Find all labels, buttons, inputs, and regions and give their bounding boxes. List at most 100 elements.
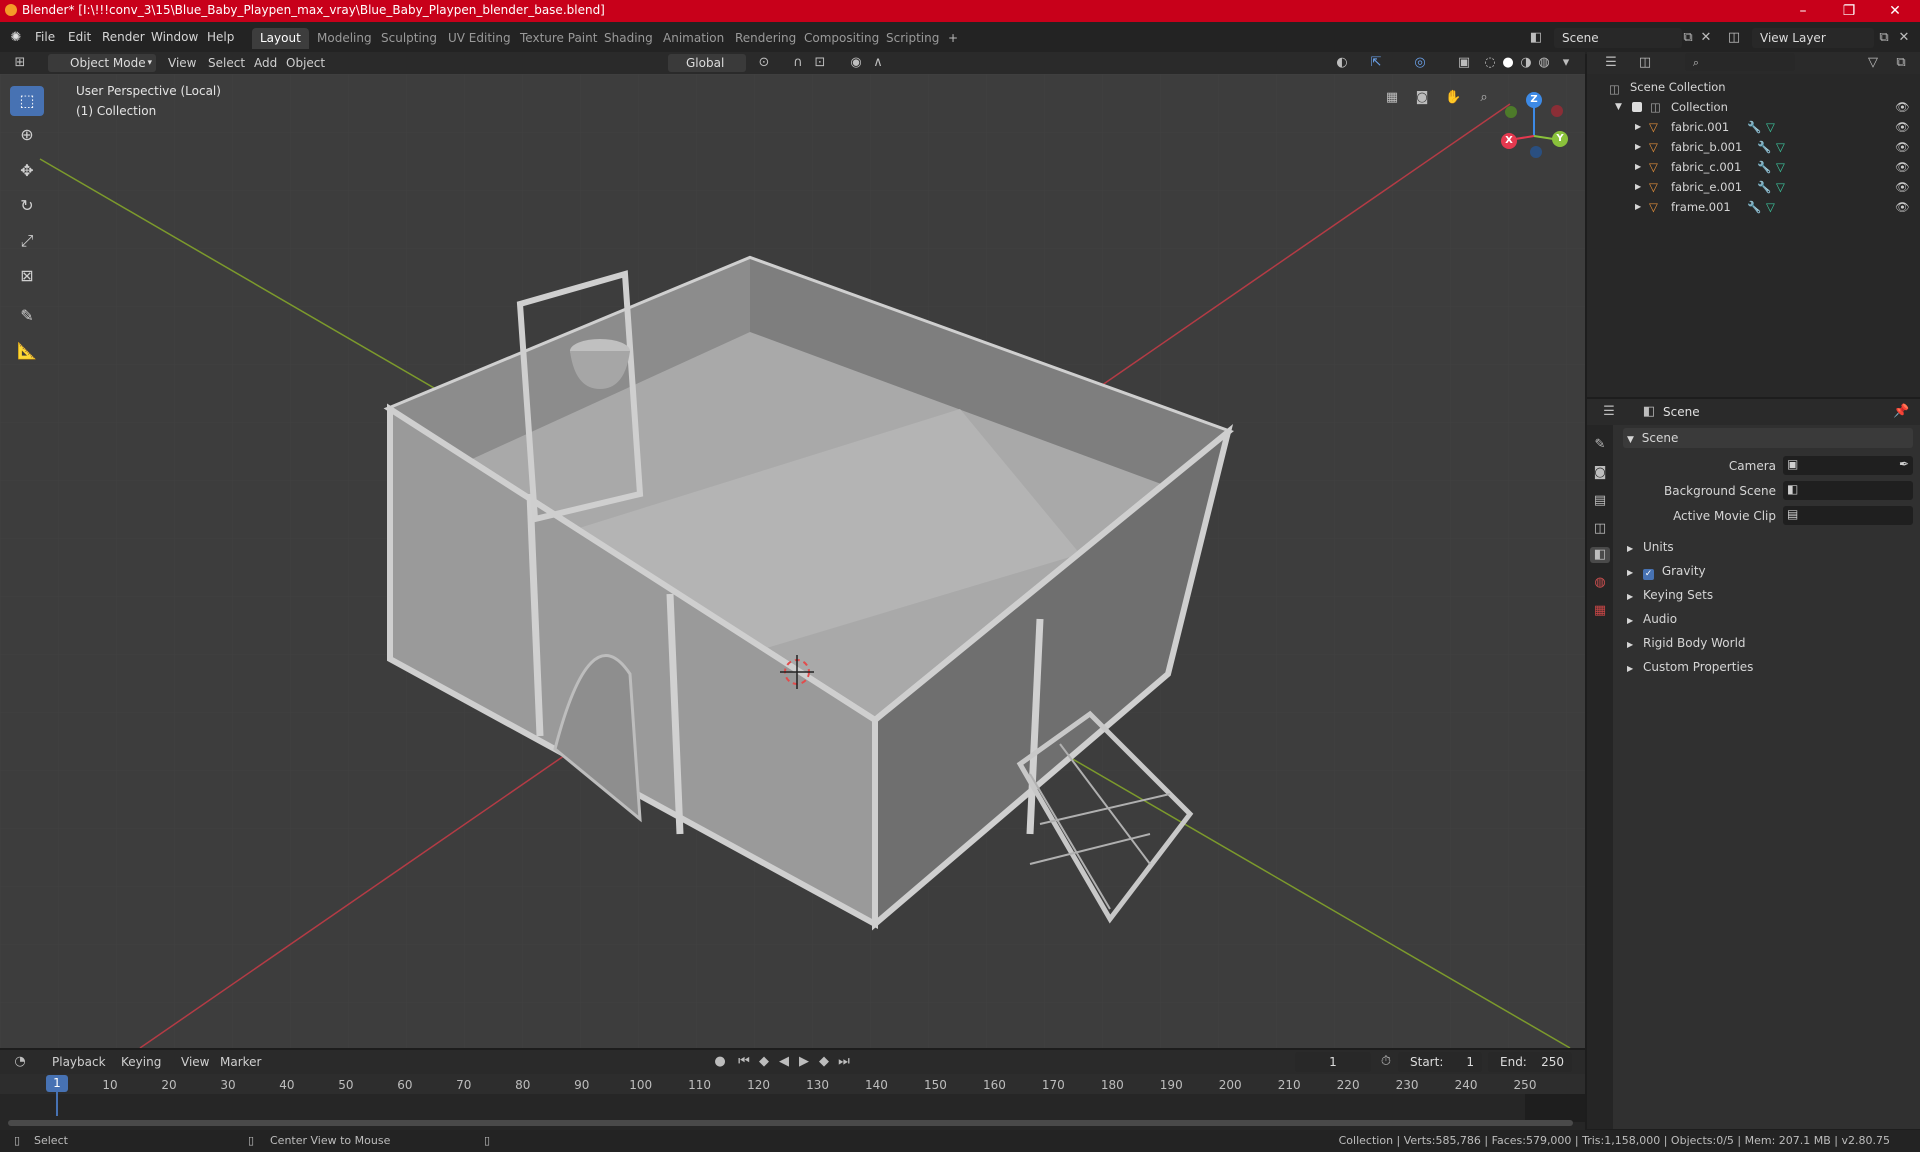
mesh-data-icon[interactable]: ▽ [1776,177,1785,197]
expand-arrow-icon[interactable]: ▶ [1635,157,1641,177]
render-tab-icon[interactable]: ◙ [1592,465,1608,481]
timeline-scrollbar[interactable] [8,1120,1573,1126]
output-tab-icon[interactable]: ▤ [1592,493,1608,509]
jump-end-icon[interactable]: ⏭ [836,1054,852,1070]
menu-render[interactable]: Render [102,30,145,44]
menu-playback[interactable]: Playback [52,1053,106,1071]
tab-texture-paint[interactable]: Texture Paint [512,28,605,49]
eye-icon[interactable]: 👁 [1895,137,1910,157]
scene-selector-icon[interactable]: ◧ [1528,30,1544,46]
eyedropper-icon[interactable]: ✒ [1899,457,1909,471]
play-icon[interactable]: ▶ [796,1054,812,1070]
view-layer-selector-icon[interactable]: ◫ [1726,30,1742,46]
select-box-tool-icon[interactable]: ⬚ [10,86,44,116]
move-tool-icon[interactable]: ✥ [10,156,44,186]
gizmo-toggle-icon[interactable]: ⇱ [1368,55,1384,71]
rotate-tool-icon[interactable]: ↻ [10,191,44,221]
timeline-editor-icon[interactable]: ◔ [12,1054,28,1070]
section-keying-sets[interactable]: ▶ Keying Sets [1627,585,1917,605]
modifier-icon[interactable]: 🔧 [1757,137,1771,157]
new-view-layer-icon[interactable]: ⧉ [1876,30,1892,46]
stopwatch-icon[interactable]: ⏱ [1378,1054,1394,1070]
zoom-icon[interactable]: ⌕ [1476,90,1492,106]
outliner-row-object[interactable]: ▶ ▽ frame.001 🔧 ▽ 👁 [1587,197,1920,217]
background-scene-field[interactable]: ◧ [1783,481,1913,500]
transform-tool-icon[interactable]: ⊠ [10,261,44,291]
modifier-icon[interactable]: 🔧 [1757,177,1771,197]
delete-scene-icon[interactable]: ✕ [1698,30,1714,46]
mesh-data-icon[interactable]: ▽ [1766,117,1775,137]
menu-view[interactable]: View [168,54,196,72]
eye-icon[interactable]: 👁 [1895,97,1910,117]
mesh-data-icon[interactable]: ▽ [1766,197,1775,217]
tool-tab-icon[interactable]: ✎ [1592,437,1608,453]
outliner-row-object[interactable]: ▶ ▽ fabric_e.001 🔧 ▽ 👁 [1587,177,1920,197]
section-custom-properties[interactable]: ▶ Custom Properties [1627,657,1917,677]
blender-menu-icon[interactable]: ✺ [8,30,24,46]
play-reverse-icon[interactable]: ◀ [776,1054,792,1070]
material-shading-icon[interactable]: ◑ [1518,55,1534,71]
section-gravity[interactable]: ▶ ✓ Gravity [1627,561,1917,581]
annotate-tool-icon[interactable]: ✎ [10,301,44,331]
expand-arrow-icon[interactable]: ▶ [1635,137,1641,157]
start-frame-field[interactable]: Start: 1 [1398,1052,1482,1072]
end-frame-field[interactable]: End: 250 [1488,1052,1572,1072]
camera-view-icon[interactable]: ◙ [1414,90,1430,106]
tab-animation[interactable]: Animation [655,28,732,49]
outliner-row-collection[interactable]: ▼ ◫ Collection 👁 [1587,97,1920,117]
menu-file[interactable]: File [35,30,55,44]
display-mode-icon[interactable]: ◫ [1637,55,1653,71]
object-mode-dropdown[interactable]: Object Mode ▾ [48,54,156,72]
shading-options-icon[interactable]: ▾ [1558,55,1574,71]
tab-scripting[interactable]: Scripting [878,28,947,49]
section-audio[interactable]: ▶ Audio [1627,609,1917,629]
falloff-icon[interactable]: ∧ [870,55,886,71]
visibility-icon[interactable]: ◐ [1334,55,1350,71]
section-units[interactable]: ▶ Units [1627,537,1917,557]
pin-icon[interactable]: 📌 [1893,404,1909,420]
gravity-checkbox[interactable]: ✓ [1642,569,1654,580]
xray-icon[interactable]: ▣ [1456,55,1472,71]
prev-keyframe-icon[interactable]: ◆ [756,1054,772,1070]
tab-sculpting[interactable]: Sculpting [373,28,445,49]
snap-target-icon[interactable]: ⊡ [812,55,828,71]
outliner-editor-icon[interactable]: ☰ [1603,55,1619,71]
current-frame-field[interactable]: 1 [1295,1052,1371,1072]
rendered-shading-icon[interactable]: ◍ [1536,55,1552,71]
camera-field[interactable]: ▣ ✒ [1783,456,1913,475]
filter-icon[interactable]: ▽ [1865,55,1881,71]
view-layer-tab-icon[interactable]: ◫ [1592,521,1608,537]
pan-hand-icon[interactable]: ✋ [1445,90,1461,106]
snap-icon[interactable]: ∩ [790,55,806,71]
scene-field[interactable]: Scene [1554,28,1682,48]
menu-keying[interactable]: Keying [121,1053,161,1071]
wireframe-shading-icon[interactable]: ◌ [1482,55,1498,71]
menu-object[interactable]: Object [286,54,325,72]
world-tab-icon[interactable]: ◍ [1592,575,1608,591]
section-rigid-body-world[interactable]: ▶ Rigid Body World [1627,633,1917,653]
expand-arrow-icon[interactable]: ▶ [1635,117,1641,137]
menu-select[interactable]: Select [208,54,245,72]
eye-icon[interactable]: 👁 [1895,157,1910,177]
cursor-tool-icon[interactable]: ⊕ [10,120,44,150]
new-collection-icon[interactable]: ⧉ [1893,55,1909,71]
expand-arrow-icon[interactable]: ▶ [1635,197,1641,217]
expand-arrow-icon[interactable]: ▼ [1615,97,1622,117]
record-icon[interactable]: ● [712,1054,728,1070]
delete-view-layer-icon[interactable]: ✕ [1896,30,1912,46]
new-scene-icon[interactable]: ⧉ [1680,30,1696,46]
maximize-button[interactable]: ❐ [1826,0,1872,22]
menu-view[interactable]: View [181,1053,209,1071]
menu-marker[interactable]: Marker [220,1053,261,1071]
scene-tab-icon[interactable]: ◧ [1590,547,1610,563]
active-movie-clip-field[interactable]: ▤ [1783,506,1913,525]
menu-window[interactable]: Window [151,30,198,44]
mesh-data-icon[interactable]: ▽ [1776,137,1785,157]
view-layer-field[interactable]: View Layer [1752,28,1874,48]
solid-shading-icon[interactable]: ● [1500,55,1516,71]
modifier-icon[interactable]: 🔧 [1747,117,1761,137]
close-button[interactable]: ✕ [1872,0,1918,22]
eye-icon[interactable]: 👁 [1895,117,1910,137]
pivot-point-icon[interactable]: ⊙ [756,55,772,71]
editor-type-icon[interactable]: ⊞ [12,55,28,71]
